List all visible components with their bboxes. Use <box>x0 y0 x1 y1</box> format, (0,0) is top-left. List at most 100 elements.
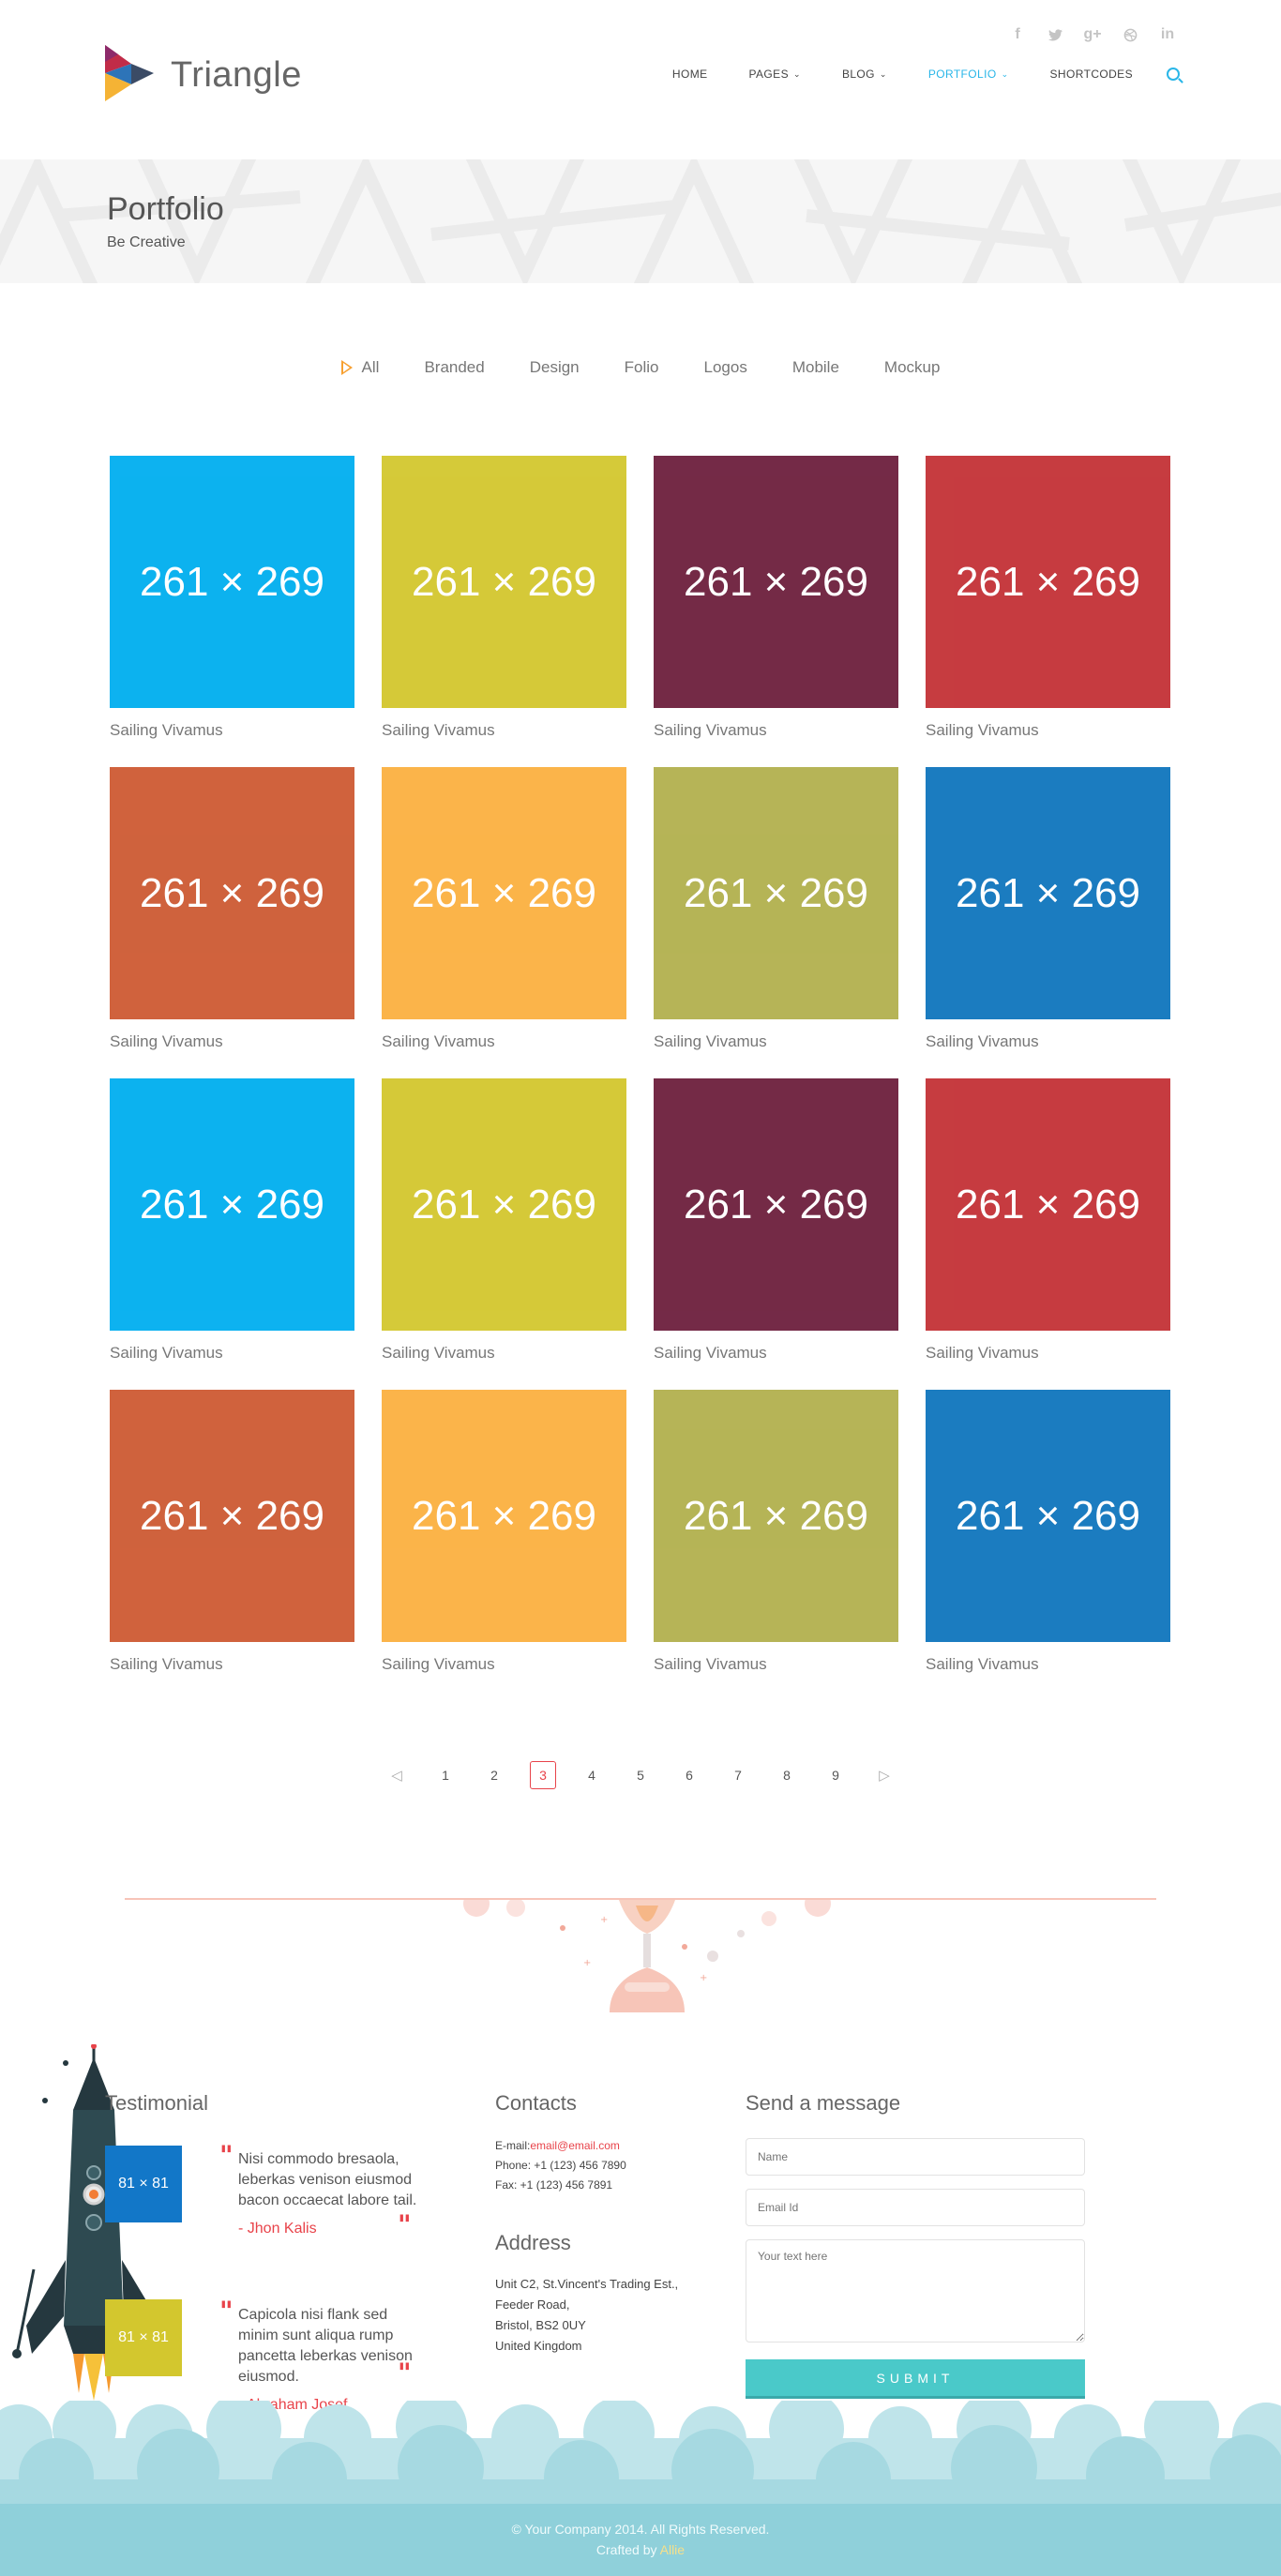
portfolio-item[interactable]: 261 × 269 Sailing Vivamus <box>654 767 898 1078</box>
dribbble-icon[interactable] <box>1122 26 1138 43</box>
filter-logos[interactable]: Logos <box>704 358 747 377</box>
svg-text:+: + <box>583 1958 591 1968</box>
portfolio-thumbnail[interactable]: 261 × 269 <box>382 767 626 1019</box>
portfolio-item-title[interactable]: Sailing Vivamus <box>382 1344 626 1363</box>
message-textarea[interactable] <box>746 2239 1085 2343</box>
portfolio-thumbnail[interactable]: 261 × 269 <box>382 1078 626 1331</box>
page-link[interactable]: 9 <box>811 1768 860 1783</box>
portfolio-thumbnail[interactable]: 261 × 269 <box>654 1390 898 1642</box>
filter-branded[interactable]: Branded <box>424 358 484 377</box>
portfolio-item[interactable]: 261 × 269 Sailing Vivamus <box>382 1078 626 1390</box>
portfolio-item-title[interactable]: Sailing Vivamus <box>110 721 354 740</box>
portfolio-item-title[interactable]: Sailing Vivamus <box>110 1655 354 1674</box>
portfolio-thumbnail[interactable]: 261 × 269 <box>926 1078 1170 1331</box>
contacts-title: Contacts <box>495 2091 577 2115</box>
portfolio-item[interactable]: 261 × 269 Sailing Vivamus <box>110 767 354 1078</box>
portfolio-item[interactable]: 261 × 269 Sailing Vivamus <box>926 767 1170 1078</box>
portfolio-item[interactable]: 261 × 269 Sailing Vivamus <box>926 456 1170 767</box>
nav-shortcodes[interactable]: SHORTCODES <box>1050 68 1133 81</box>
portfolio-item-title[interactable]: Sailing Vivamus <box>382 1032 626 1051</box>
portfolio-item[interactable]: 261 × 269 Sailing Vivamus <box>382 767 626 1078</box>
name-field[interactable] <box>746 2138 1085 2176</box>
portfolio-item-title[interactable]: Sailing Vivamus <box>926 1655 1170 1674</box>
portfolio-item[interactable]: 261 × 269 Sailing Vivamus <box>654 1390 898 1701</box>
portfolio-thumbnail[interactable]: 261 × 269 <box>926 456 1170 708</box>
portfolio-item-title[interactable]: Sailing Vivamus <box>926 721 1170 740</box>
page-link[interactable]: 3 <box>519 1761 567 1789</box>
google-plus-icon[interactable]: g+ <box>1083 26 1101 43</box>
portfolio-item-title[interactable]: Sailing Vivamus <box>654 1655 898 1674</box>
portfolio-thumbnail[interactable]: 261 × 269 <box>110 767 354 1019</box>
nav-portfolio[interactable]: PORTFOLIO ⌄ <box>928 68 1009 81</box>
author-link[interactable]: Allie <box>660 2542 685 2557</box>
email-link[interactable]: email@email.com <box>530 2139 620 2152</box>
svg-text:+: + <box>600 1915 608 1925</box>
portfolio-thumbnail[interactable]: 261 × 269 <box>382 1390 626 1642</box>
triangle-logo-icon <box>105 45 154 101</box>
portfolio-item[interactable]: 261 × 269 Sailing Vivamus <box>110 1078 354 1390</box>
portfolio-item-title[interactable]: Sailing Vivamus <box>110 1344 354 1363</box>
filter-design[interactable]: Design <box>530 358 580 377</box>
portfolio-item[interactable]: 261 × 269 Sailing Vivamus <box>110 1390 354 1701</box>
page-link[interactable]: 6 <box>665 1768 714 1783</box>
facebook-icon[interactable]: f <box>1009 26 1026 43</box>
email-field[interactable] <box>746 2189 1085 2226</box>
portfolio-item-title[interactable]: Sailing Vivamus <box>926 1344 1170 1363</box>
main-nav: HOME PAGES ⌄ BLOG ⌄ PORTFOLIO ⌄ SHORTCODES <box>672 68 1180 81</box>
portfolio-thumbnail[interactable]: 261 × 269 <box>382 456 626 708</box>
filter-folio[interactable]: Folio <box>625 358 659 377</box>
nav-pages[interactable]: PAGES ⌄ <box>749 68 801 81</box>
filter-mockup[interactable]: Mockup <box>884 358 941 377</box>
submit-button[interactable]: SUBMIT <box>746 2359 1085 2399</box>
portfolio-thumbnail[interactable]: 261 × 269 <box>926 767 1170 1019</box>
header: Triangle f g+ in HOME PAGES ⌄ BLOG ⌄ PORTF… <box>0 0 1281 159</box>
prev-page-icon[interactable]: ◁ <box>372 1767 421 1784</box>
portfolio-item[interactable]: 261 × 269 Sailing Vivamus <box>382 1390 626 1701</box>
page-link[interactable]: 7 <box>714 1768 762 1783</box>
portfolio-item-title[interactable]: Sailing Vivamus <box>110 1032 354 1051</box>
portfolio-thumbnail[interactable]: 261 × 269 <box>654 767 898 1019</box>
portfolio-thumbnail[interactable]: 261 × 269 <box>110 1390 354 1642</box>
portfolio-thumbnail[interactable]: 261 × 269 <box>926 1390 1170 1642</box>
open-quote-icon: " <box>219 2140 234 2171</box>
portfolio-thumbnail[interactable]: 261 × 269 <box>654 456 898 708</box>
portfolio-item-title[interactable]: Sailing Vivamus <box>654 1344 898 1363</box>
address: Unit C2, St.Vincent's Trading Est., Feed… <box>495 2277 679 2353</box>
page-link[interactable]: 2 <box>470 1768 519 1783</box>
portfolio-item[interactable]: 261 × 269 Sailing Vivamus <box>654 1078 898 1390</box>
portfolio-item-title[interactable]: Sailing Vivamus <box>926 1032 1170 1051</box>
portfolio-item-title[interactable]: Sailing Vivamus <box>654 721 898 740</box>
portfolio-item-title[interactable]: Sailing Vivamus <box>382 721 626 740</box>
next-page-icon[interactable]: ▷ <box>860 1767 909 1784</box>
portfolio-thumbnail[interactable]: 261 × 269 <box>110 1078 354 1331</box>
portfolio-item[interactable]: 261 × 269 Sailing Vivamus <box>926 1390 1170 1701</box>
message-form: Send a message SUBMIT <box>746 2091 1085 2399</box>
page-link[interactable]: 8 <box>762 1768 811 1783</box>
nav-blog[interactable]: BLOG ⌄ <box>842 68 887 81</box>
portfolio-item[interactable]: 261 × 269 Sailing Vivamus <box>110 456 354 767</box>
page-title-banner: Portfolio Be Creative <box>0 159 1281 283</box>
chevron-down-icon: ⌄ <box>792 68 801 79</box>
footer-widgets: Testimonial 81 × 81 81 × 81 " Nisi commo… <box>0 2026 1281 2429</box>
twitter-icon[interactable] <box>1047 26 1063 43</box>
nav-home[interactable]: HOME <box>672 68 708 81</box>
portfolio-item-title[interactable]: Sailing Vivamus <box>382 1655 626 1674</box>
phone: Phone: +1 (123) 456 7890 <box>495 2159 626 2172</box>
page-link[interactable]: 4 <box>567 1768 616 1783</box>
linkedin-icon[interactable]: in <box>1159 26 1176 43</box>
portfolio-item[interactable]: 261 × 269 Sailing Vivamus <box>654 456 898 767</box>
portfolio-item-title[interactable]: Sailing Vivamus <box>654 1032 898 1051</box>
portfolio-filters: All Branded Design Folio Logos Mobile Mo… <box>0 358 1281 377</box>
portfolio-thumbnail[interactable]: 261 × 269 <box>654 1078 898 1331</box>
contact-details: E-mail:email@email.com Phone: +1 (123) 4… <box>495 2136 701 2195</box>
filter-all[interactable]: All <box>340 358 379 377</box>
search-icon[interactable] <box>1167 68 1180 81</box>
portfolio-item[interactable]: 261 × 269 Sailing Vivamus <box>926 1078 1170 1390</box>
portfolio-thumbnail[interactable]: 261 × 269 <box>110 456 354 708</box>
chevron-down-icon: ⌄ <box>879 68 887 79</box>
logo[interactable]: Triangle <box>105 45 302 105</box>
page-link[interactable]: 1 <box>421 1768 470 1783</box>
filter-mobile[interactable]: Mobile <box>792 358 839 377</box>
portfolio-item[interactable]: 261 × 269 Sailing Vivamus <box>382 456 626 767</box>
page-link[interactable]: 5 <box>616 1768 665 1783</box>
